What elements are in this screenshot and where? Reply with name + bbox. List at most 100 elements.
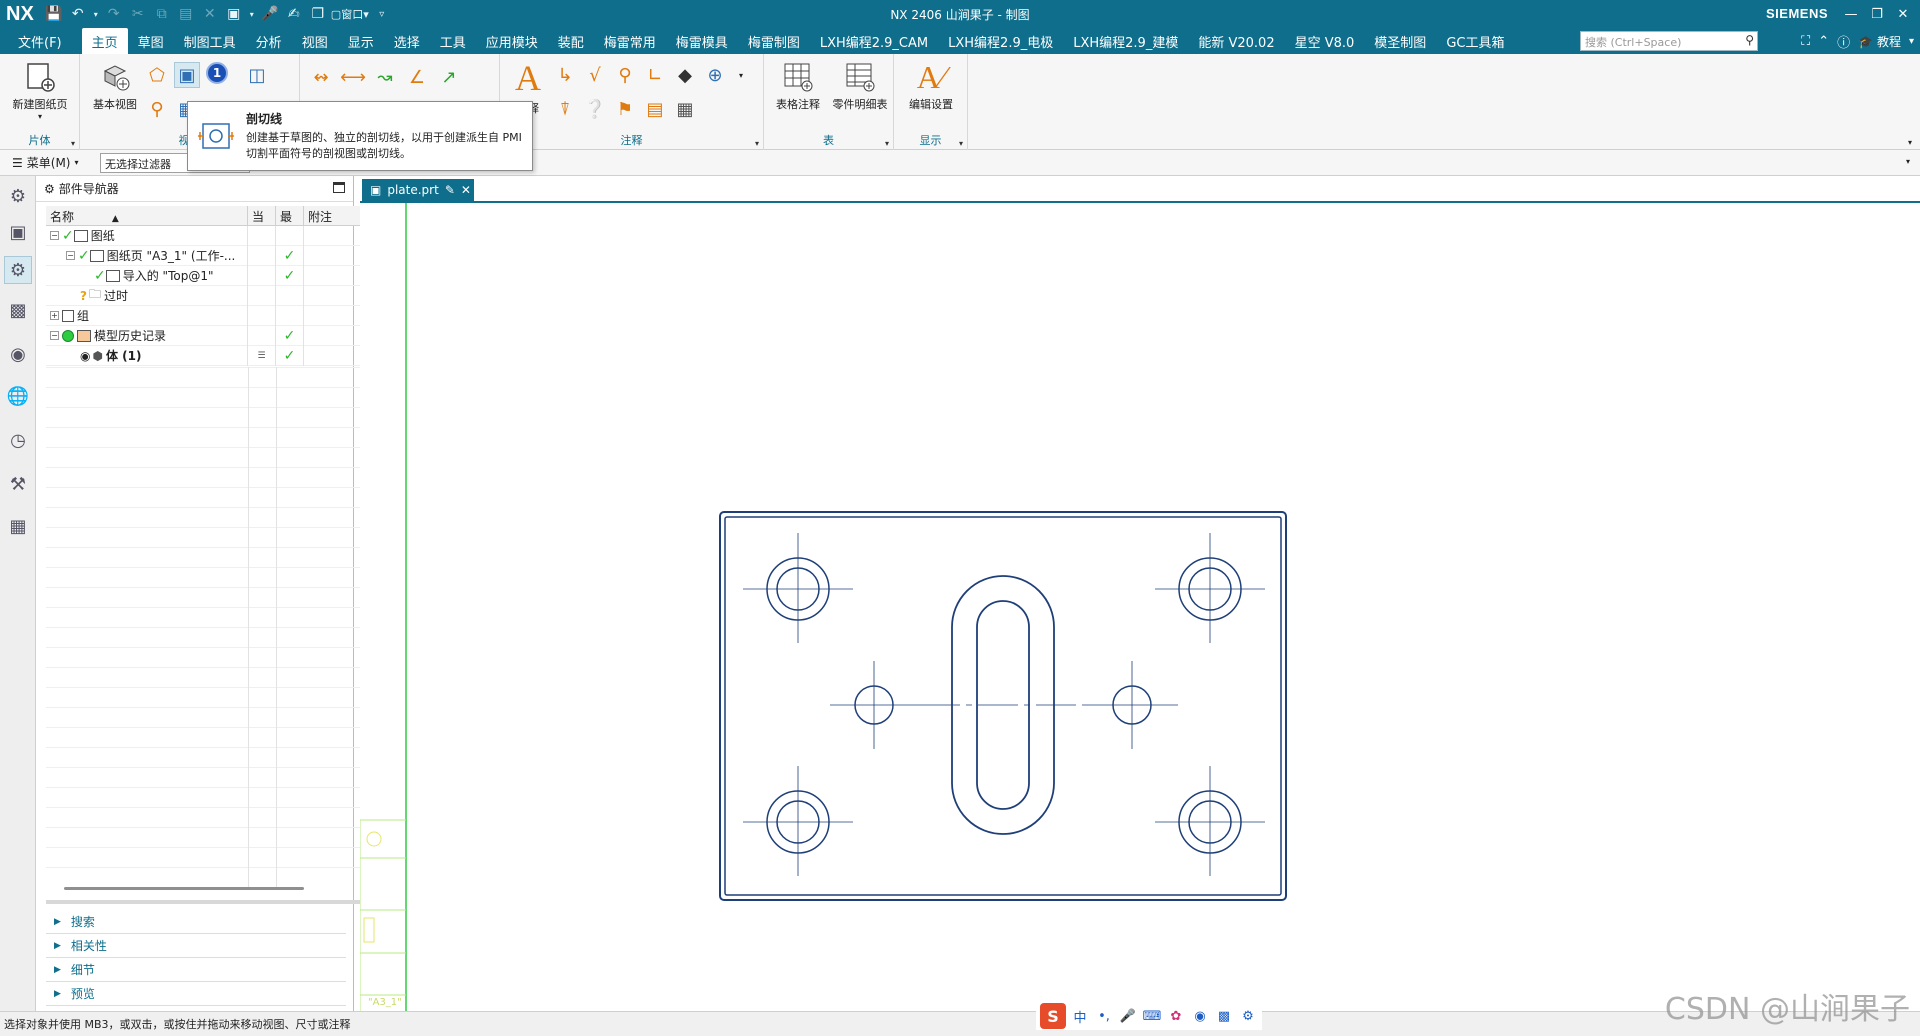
tree-row-groups[interactable]: + 组 [46, 305, 386, 326]
tree-row-body[interactable]: ◉ ⬢ 体 (1) ☰ ✓ [46, 345, 386, 366]
ime-logo[interactable]: S [1040, 1003, 1066, 1029]
tab-drafting-tools[interactable]: 制图工具 [174, 28, 246, 54]
tab-tools[interactable]: 工具 [430, 28, 476, 54]
touch-mode-icon[interactable]: ✍ [283, 3, 305, 25]
expand-icon[interactable]: + [50, 311, 59, 320]
tab-applications[interactable]: 应用模块 [476, 28, 548, 54]
switch-window-icon[interactable]: ❐ [307, 3, 329, 25]
center-mark-icon[interactable]: ⊕ [702, 62, 728, 88]
fill-icon[interactable]: ◆ [672, 62, 698, 88]
tab-analysis[interactable]: 分析 [246, 28, 292, 54]
undo-dropdown-icon[interactable]: ▾ [91, 3, 101, 25]
column-current[interactable]: 当 [248, 206, 276, 225]
tree-row-sheet[interactable]: − ✓ 图纸页 "A3_1" (工作-... ✓ [46, 245, 386, 266]
note-icon[interactable]: A [508, 58, 548, 98]
tree-row-out-of-date[interactable]: ? 🗀 过时 [46, 285, 386, 306]
rapid-dimension-icon[interactable]: ↭ [308, 64, 334, 90]
save-icon[interactable]: 💾 [43, 3, 65, 25]
tree-row-imported-view[interactable]: ✓ 导入的 "Top@1" ✓ [46, 265, 386, 286]
linear-dimension-icon[interactable]: ⟷ [340, 64, 366, 90]
window-menu-icon[interactable]: ▢ 窗口 ▾ [331, 3, 369, 25]
document-tab[interactable]: ▣ plate.prt ✎ ✕ [362, 179, 474, 201]
tab-display[interactable]: 显示 [338, 28, 384, 54]
help-icon[interactable]: ⓘ [1837, 32, 1850, 51]
constraint-navigator-icon[interactable]: ▩ [4, 296, 32, 324]
tab-home[interactable]: 主页 [81, 28, 128, 54]
tab-lxh-cam[interactable]: LXH编程2.9_CAM [810, 28, 938, 54]
tree-row-model-history[interactable]: − 模型历史记录 ✓ [46, 325, 386, 346]
ime-apps-icon[interactable]: ▩ [1214, 1009, 1234, 1024]
target-point-icon[interactable]: ⚑ [612, 96, 638, 122]
ime-settings-icon[interactable]: ⚙ [1238, 1009, 1258, 1024]
small-hole[interactable] [1088, 661, 1178, 749]
identification-symbol-icon[interactable]: ❔ [582, 96, 608, 122]
table-note-button[interactable]: 表格注释 [770, 60, 826, 112]
counterbore-hole[interactable] [743, 766, 853, 876]
tree-row-drawing[interactable]: − ✓ 图纸 [46, 225, 386, 246]
tab-assemblies[interactable]: 装配 [548, 28, 594, 54]
counterbore-hole[interactable] [1155, 533, 1265, 643]
command-search-input[interactable]: 搜索 (Ctrl+Space) ⚲ [1580, 31, 1758, 51]
parts-list-button[interactable]: 零件明细表 [830, 60, 890, 112]
group-annotation-dropdown-icon[interactable]: ▾ [755, 139, 759, 148]
web-browser-icon[interactable]: 🌐 [4, 382, 32, 410]
plate-view[interactable] [719, 511, 1287, 901]
tab-select[interactable]: 选择 [384, 28, 430, 54]
column-name[interactable]: 名称 ▲ [46, 206, 248, 225]
assembly-navigator-icon[interactable]: ▣ [4, 218, 32, 246]
tab-lxh-modeling[interactable]: LXH编程2.9_建模 [1063, 28, 1188, 54]
ribbon-options-icon[interactable]: ▾ [1909, 36, 1914, 47]
close-icon[interactable]: ✕ [1890, 2, 1916, 26]
section-details[interactable]: ▶ 细节 [46, 958, 346, 982]
ime-keyboard-icon[interactable]: ⌨ [1142, 1009, 1162, 1024]
tab-nengxin[interactable]: 能新 V20.02 [1188, 28, 1284, 54]
part-navigator-icon[interactable]: ⚙ [4, 256, 32, 284]
datum-feature-icon[interactable]: ⍒ [552, 96, 578, 122]
datum-target-icon[interactable]: ∟ [642, 62, 668, 88]
section-preview[interactable]: ▶ 预览 [46, 982, 346, 1006]
ime-game-icon[interactable]: ◉ [1190, 1009, 1210, 1024]
ime-skin-icon[interactable]: ✿ [1166, 1009, 1186, 1024]
section-line-icon[interactable]: ▣ [174, 62, 200, 88]
callout-badge-icon[interactable]: 1 [204, 60, 230, 86]
base-view-button[interactable]: 基本视图 [86, 60, 144, 112]
tab-gc-toolbox[interactable]: GC工具箱 [1436, 28, 1514, 54]
tab-view[interactable]: 视图 [292, 28, 338, 54]
section-search[interactable]: ▶ 搜索 [46, 910, 346, 934]
tab-meilei-drafting[interactable]: 梅雷制图 [738, 28, 810, 54]
chamfer-dimension-icon[interactable]: ↗ [436, 64, 462, 90]
image-icon[interactable]: ▦ [672, 96, 698, 122]
tab-lxh-electrode[interactable]: LXH编程2.9_电极 [938, 28, 1063, 54]
graphics-window[interactable]: "A3_1" [360, 203, 1920, 1011]
maximize-navigator-icon[interactable] [333, 182, 345, 193]
feature-control-frame-icon[interactable]: ↳ [552, 62, 578, 88]
weld-symbol-icon[interactable]: ⚲ [612, 62, 638, 88]
tab-meilei-common[interactable]: 梅雷常用 [594, 28, 666, 54]
selection-bar-options-icon[interactable]: ▾ [1906, 157, 1910, 166]
tab-sketch[interactable]: 草图 [128, 28, 174, 54]
surface-finish-icon[interactable]: √ [582, 62, 608, 88]
tab-meilei-mold[interactable]: 梅雷模具 [666, 28, 738, 54]
tutorial-link[interactable]: 🎓 教程 [1858, 33, 1901, 50]
repeat-command-icon[interactable]: ▣ [223, 3, 245, 25]
collapse-ribbon-icon[interactable]: ⌃ [1818, 34, 1829, 49]
new-sheet-button[interactable]: 新建图纸页 ▾ [8, 60, 72, 121]
edit-settings-button[interactable]: A⁄ 编辑设置 [900, 59, 962, 112]
column-latest[interactable]: 最 [276, 206, 304, 225]
roles-icon[interactable]: ▦ [4, 512, 32, 540]
settings-icon[interactable]: ⚙ [4, 182, 32, 210]
file-menu[interactable]: 文件(F) [0, 28, 82, 54]
customize-qa-icon[interactable]: ▿ [371, 3, 393, 25]
view-creation-wizard-icon[interactable]: ◫ [244, 62, 270, 88]
group-sheet-dropdown-icon[interactable]: ▾ [71, 139, 75, 148]
small-hole[interactable] [830, 661, 920, 749]
undo-icon[interactable]: ↶ [67, 3, 89, 25]
hatch-icon[interactable]: ▤ [642, 96, 668, 122]
navigator-horizontal-scrollbar[interactable] [64, 887, 304, 890]
detail-view-icon[interactable]: ⚲ [144, 96, 170, 122]
projected-view-icon[interactable]: ⬠ [144, 62, 170, 88]
counterbore-hole[interactable] [743, 533, 853, 643]
ime-language[interactable]: 中 [1070, 1007, 1090, 1026]
collapse-icon[interactable]: − [66, 251, 75, 260]
main-menu-button[interactable]: ☰ 菜单(M) ▾ [0, 154, 98, 171]
